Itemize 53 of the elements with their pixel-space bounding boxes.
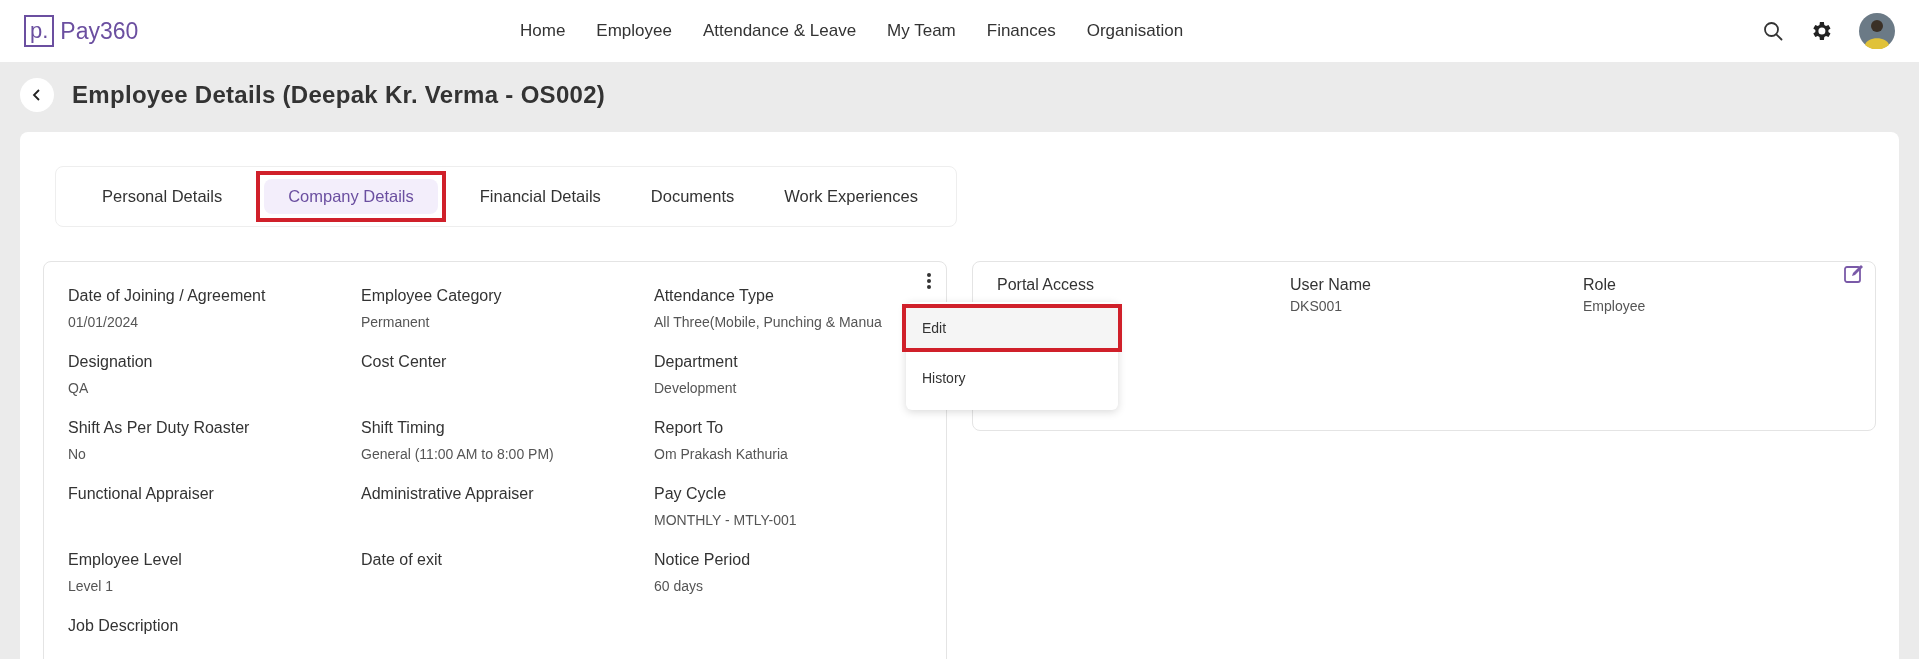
field-value: Level 1 xyxy=(68,578,115,594)
field-value: MONTHLY - MTLY-001 xyxy=(654,512,798,528)
more-icon[interactable] xyxy=(926,272,932,290)
menu-item[interactable]: Edit xyxy=(902,304,1122,352)
field-value: 01/01/2024 xyxy=(68,314,140,330)
tab[interactable]: Personal Details xyxy=(94,179,231,214)
field-value: General (11:00 AM to 8:00 PM) xyxy=(361,446,555,462)
nav-link[interactable]: Employee xyxy=(596,21,672,41)
field-label: Employee Category xyxy=(361,287,503,305)
field-value: Employee xyxy=(1583,298,1647,314)
field-label: Date of Joining / Agreement xyxy=(68,287,267,305)
field-value: Om Prakash Kathuria xyxy=(654,446,789,462)
search-icon[interactable] xyxy=(1763,21,1783,41)
field-label: Administrative Appraiser xyxy=(361,485,535,503)
field-value: Development xyxy=(654,380,738,396)
menu-item[interactable]: History xyxy=(902,354,1122,402)
field-label: Designation xyxy=(68,353,154,371)
page-title: Employee Details (Deepak Kr. Verma - OS002) xyxy=(72,81,606,109)
field-value: All Three(Mobile, Punching & Manua xyxy=(654,314,883,330)
field-label: Employee Level xyxy=(68,551,183,569)
nav-link[interactable]: Home xyxy=(520,21,566,41)
logo-text: Pay360 xyxy=(60,17,139,45)
field-label: Department xyxy=(654,353,739,371)
edit-icon[interactable] xyxy=(1843,263,1865,285)
field-label: Pay Cycle xyxy=(654,485,728,503)
avatar[interactable] xyxy=(1859,13,1895,49)
tab[interactable]: Work Experiences xyxy=(776,179,926,214)
field-label: Date of exit xyxy=(361,551,443,569)
field-label: Attendance Type xyxy=(654,287,775,305)
field-value: QA xyxy=(68,380,90,396)
field-label: Portal Access xyxy=(997,276,1095,294)
nav-link[interactable]: Organisation xyxy=(1086,21,1184,41)
nav-link[interactable]: Attendance & Leave xyxy=(702,21,857,41)
nav-link[interactable]: My Team xyxy=(887,21,956,41)
tab[interactable]: Financial Details xyxy=(471,179,609,214)
nav-link[interactable]: Finances xyxy=(986,21,1056,41)
field-label: Notice Period xyxy=(654,551,752,569)
field-value: 60 days xyxy=(654,578,705,594)
tab[interactable]: Documents xyxy=(642,179,743,214)
field-value: No xyxy=(68,446,87,462)
field-label: Job Description xyxy=(68,617,180,635)
field-label: User Name xyxy=(1290,276,1372,294)
field-label: Report To xyxy=(654,419,725,437)
field-label: Functional Appraiser xyxy=(68,485,215,503)
field-label: Role xyxy=(1583,276,1617,294)
field-label: Shift As Per Duty Roaster xyxy=(68,419,251,437)
logo-mark: p. xyxy=(24,15,55,47)
back-button[interactable] xyxy=(20,78,54,112)
field-value: DKS001 xyxy=(1290,298,1344,314)
field-label: Cost Center xyxy=(361,353,448,371)
field-label: Shift Timing xyxy=(361,419,446,437)
field-value: Permanent xyxy=(361,314,431,330)
tab[interactable]: Company Details xyxy=(264,179,438,214)
